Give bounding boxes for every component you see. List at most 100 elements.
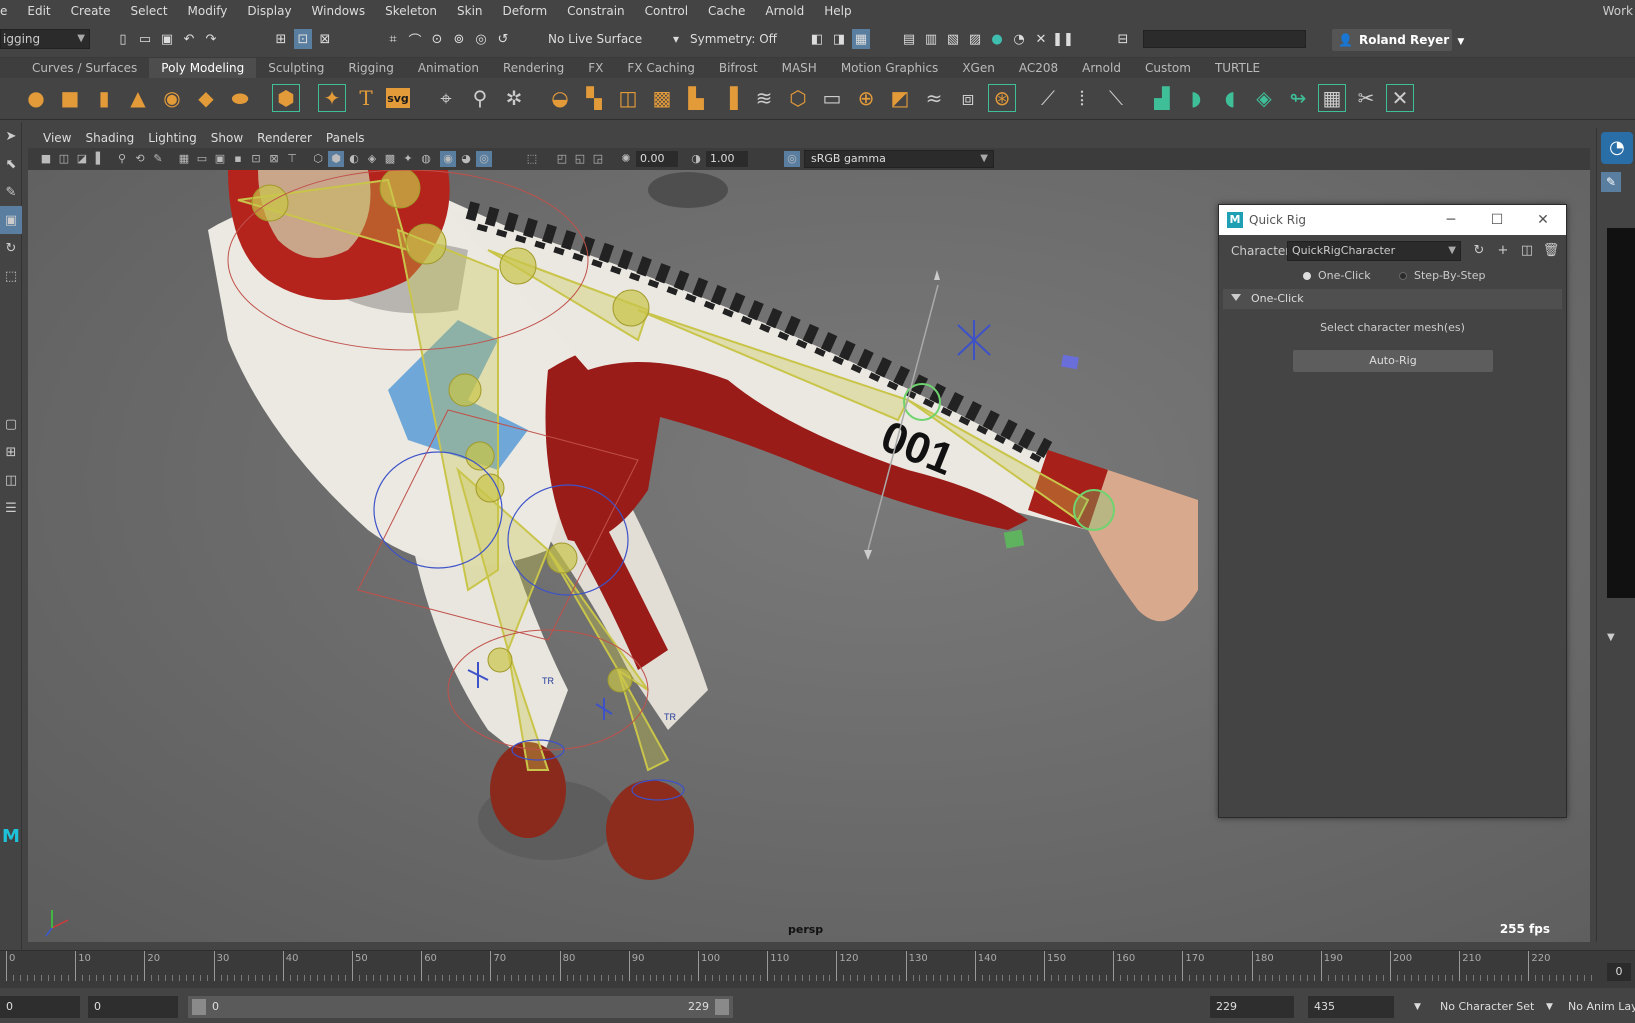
isolate-icon[interactable]: ◱ — [572, 151, 588, 167]
tab-poly-modeling[interactable]: Poly Modeling — [149, 58, 257, 78]
tab-turtle[interactable]: TURTLE — [1203, 58, 1272, 78]
insert-edge-loop-icon[interactable]: ⊕ — [852, 84, 880, 112]
flush-cache-icon[interactable]: ✕ — [1032, 29, 1050, 49]
exposure-icon[interactable]: ✺ — [618, 151, 634, 167]
menu-item-display[interactable]: Display — [237, 0, 301, 22]
color-management-icon[interactable]: ◎ — [784, 151, 800, 167]
bevel-icon[interactable]: ≋ — [750, 84, 778, 112]
menu-item-help[interactable]: Help — [814, 0, 861, 22]
slide-edge-icon[interactable]: ⦙ — [1068, 84, 1096, 112]
tab-fx[interactable]: FX — [576, 58, 615, 78]
select-hierarchy-icon[interactable]: ⊞ — [272, 29, 290, 49]
panel-menu-renderer[interactable]: Renderer — [250, 128, 319, 148]
extrude-icon[interactable]: ▙ — [682, 84, 710, 112]
offset-edge-loop-icon[interactable]: ⟍ — [1102, 84, 1130, 112]
menu-item-cache[interactable]: Cache — [698, 0, 755, 22]
tab-motion-graphics[interactable]: Motion Graphics — [829, 58, 951, 78]
input-ops-icon[interactable]: ◧ — [808, 29, 826, 49]
symmetry-label[interactable]: Symmetry: Off — [690, 29, 777, 49]
save-scene-icon[interactable]: ▣ — [158, 29, 176, 49]
move-tool-icon[interactable]: ▣ — [0, 206, 22, 234]
refresh-icon[interactable]: ↻ — [1469, 241, 1489, 261]
panel-menu-lighting[interactable]: Lighting — [141, 128, 204, 148]
tab-mash[interactable]: MASH — [770, 58, 829, 78]
select-object-icon[interactable]: ⊡ — [294, 29, 312, 49]
arnold-ipr-icon[interactable]: ◔ — [1010, 29, 1028, 49]
poly-cone-icon[interactable]: ▲ — [124, 84, 152, 112]
current-frame-field[interactable]: 0 — [1607, 963, 1631, 981]
menu-item-edit[interactable]: Edit — [17, 0, 60, 22]
chevron-down-icon[interactable]: ▾ — [673, 29, 679, 49]
hypershade-icon[interactable]: ▨ — [966, 29, 984, 49]
menu-item-file[interactable]: e — [0, 0, 17, 22]
one-click-radio[interactable]: One-Click — [1303, 267, 1371, 285]
poly-cube-icon[interactable]: ■ — [56, 84, 84, 112]
default-material-icon[interactable]: ◐ — [346, 151, 362, 167]
panel-menu-view[interactable]: View — [36, 128, 78, 148]
poly-text-icon[interactable]: T — [352, 84, 380, 112]
film-gate-icon[interactable]: ▭ — [194, 151, 210, 167]
wireframe-icon[interactable]: ⬡ — [310, 151, 326, 167]
chevron-down-icon[interactable]: ▼ — [1607, 632, 1615, 643]
xray-active-icon[interactable]: ◎ — [476, 151, 492, 167]
edit-edge-flow-icon[interactable]: ⟋ — [1034, 84, 1062, 112]
sidebar-toggle-icon[interactable]: ⊟ — [1114, 29, 1132, 49]
four-view-icon[interactable]: ⊞ — [0, 438, 22, 466]
snap-view-icon[interactable]: ⊚ — [450, 29, 468, 49]
select-camera-icon[interactable]: ■ — [38, 151, 54, 167]
character-set-label[interactable]: No Character Set — [1440, 996, 1534, 1018]
undo-icon[interactable]: ↶ — [180, 29, 198, 49]
redo-icon[interactable]: ↷ — [202, 29, 220, 49]
tab-arnold[interactable]: Arnold — [1070, 58, 1133, 78]
character-select[interactable]: QuickRigCharacter ▼ — [1287, 241, 1461, 261]
chevron-down-icon[interactable]: ▼ — [1546, 996, 1553, 1018]
poly-torus-icon[interactable]: ◉ — [158, 84, 186, 112]
tab-rendering[interactable]: Rendering — [491, 58, 576, 78]
camera-attributes-icon[interactable]: ◫ — [56, 151, 72, 167]
bookmarks-icon[interactable]: ◪ — [74, 151, 90, 167]
workspace-label[interactable]: Work — [1603, 0, 1633, 22]
screen-space-ao-icon[interactable]: ◍ — [418, 151, 434, 167]
menu-item-windows[interactable]: Windows — [302, 0, 376, 22]
frame-selection-icon[interactable]: ◲ — [590, 151, 606, 167]
2d-pan-zoom-icon[interactable]: ⚲ — [114, 151, 130, 167]
sew-tool-icon[interactable]: ⚲ — [466, 84, 494, 112]
append-polygon-icon[interactable]: ⬡ — [784, 84, 812, 112]
xray-joints-icon[interactable]: ◕ — [458, 151, 474, 167]
sew-uv-icon[interactable]: ✕ — [1386, 84, 1414, 112]
menu-item-arnold[interactable]: Arnold — [755, 0, 814, 22]
arnold-render-icon[interactable]: ● — [988, 29, 1006, 49]
quad-draw-icon[interactable]: ⊛ — [988, 84, 1016, 112]
playback-start-field[interactable]: 0 — [88, 996, 178, 1018]
animation-start-field[interactable]: 0 — [0, 996, 80, 1018]
select-tool-icon[interactable]: ➤ — [0, 122, 22, 150]
outliner-icon[interactable]: ☰ — [0, 494, 22, 522]
pause-icon[interactable]: ❚❚ — [1052, 29, 1074, 49]
user-account-button[interactable]: 👤 Roland Reyer ▼ — [1332, 29, 1464, 51]
textured-icon[interactable]: ◈ — [364, 151, 380, 167]
poly-plane-icon[interactable]: ◆ — [192, 84, 220, 112]
super-shape-icon[interactable]: ✦ — [318, 84, 346, 112]
close-icon[interactable]: ✕ — [1520, 205, 1566, 235]
menu-item-constrain[interactable]: Constrain — [557, 0, 635, 22]
menu-item-modify[interactable]: Modify — [178, 0, 238, 22]
add-icon[interactable]: + — [1493, 241, 1513, 261]
playback-end-field[interactable]: 229 — [1210, 996, 1294, 1018]
range-slider[interactable]: 0 229 — [188, 996, 733, 1018]
tab-sculpting[interactable]: Sculpting — [256, 58, 336, 78]
construction-history-icon[interactable]: ▦ — [852, 29, 870, 49]
paint-select-icon[interactable]: ✎ — [0, 178, 22, 206]
snap-grid-icon[interactable]: ⌗ — [384, 29, 402, 49]
tab-animation[interactable]: Animation — [406, 58, 491, 78]
poly-sphere-icon[interactable]: ● — [22, 84, 50, 112]
panel-menu-panels[interactable]: Panels — [319, 128, 372, 148]
menu-item-deform[interactable]: Deform — [493, 0, 558, 22]
auto-map-icon[interactable]: ↬ — [1284, 84, 1312, 112]
image-plane-icon[interactable]: ▌ — [92, 151, 108, 167]
smooth-shade-icon[interactable]: ⬢ — [328, 151, 344, 167]
pencil-icon[interactable]: ✎ — [150, 151, 166, 167]
isolate-select-icon[interactable]: ⬚ — [524, 151, 540, 167]
gamma-icon[interactable]: ◑ — [688, 151, 704, 167]
combine-icon[interactable]: ◒ — [546, 84, 574, 112]
persp-outliner-icon[interactable]: ◫ — [0, 466, 22, 494]
